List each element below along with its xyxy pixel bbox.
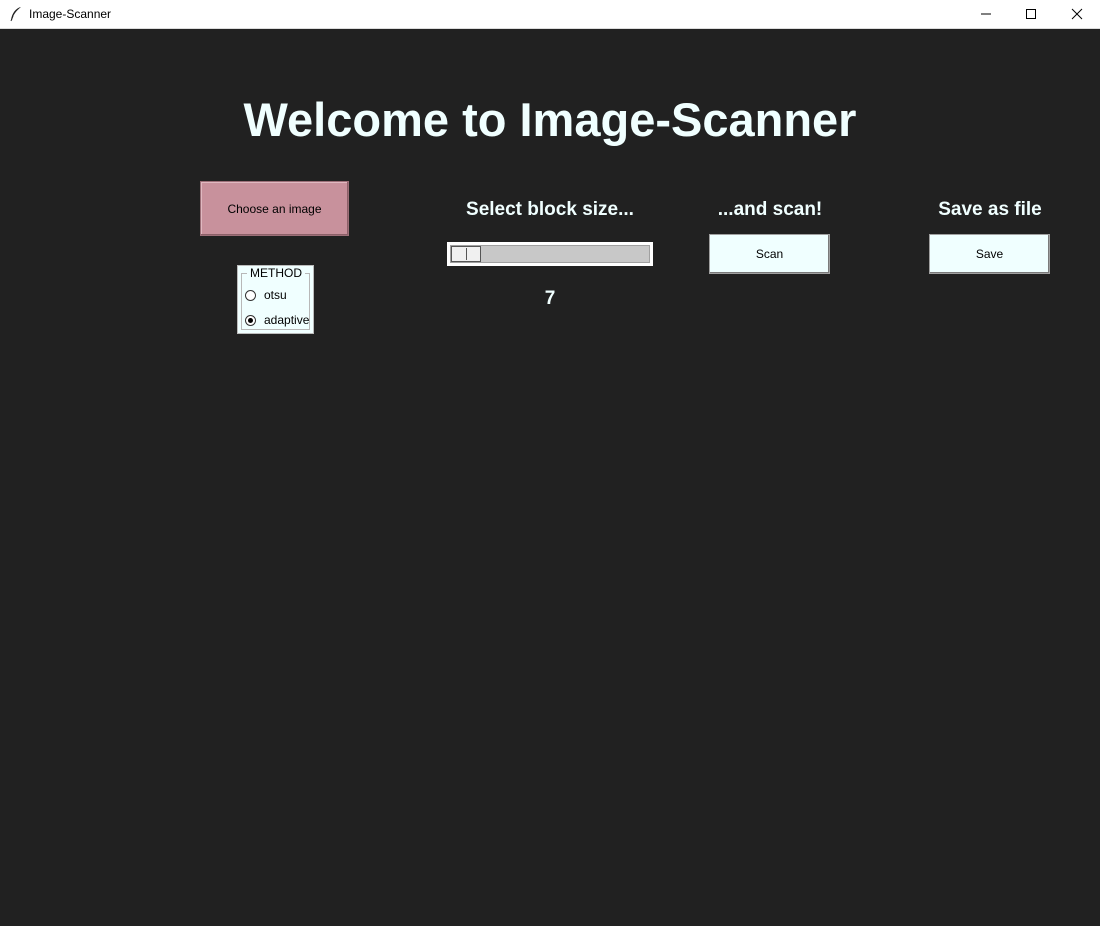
save-label: Save as file	[938, 199, 1042, 220]
block-size-label: Select block size...	[466, 199, 634, 220]
radio-otsu-label: otsu	[264, 288, 287, 302]
radio-adaptive-label: adaptive	[264, 313, 310, 327]
block-size-slider[interactable]	[447, 242, 653, 266]
method-group: METHOD otsu adaptive	[237, 265, 314, 334]
block-size-value: 7	[544, 288, 556, 309]
close-icon	[1071, 8, 1083, 20]
slider-trough[interactable]	[450, 245, 650, 263]
save-button[interactable]: Save	[929, 234, 1050, 274]
radio-adaptive[interactable]: adaptive	[245, 313, 309, 327]
scan-button[interactable]: Scan	[709, 234, 830, 274]
page-title: Welcome to Image-Scanner	[243, 93, 857, 146]
feather-icon	[10, 7, 21, 22]
close-button[interactable]	[1054, 0, 1100, 28]
method-legend: METHOD	[247, 266, 305, 280]
radio-adaptive-indicator[interactable]	[245, 314, 256, 326]
app-window: Image-Scanner Welcome to Image-Scanner C…	[0, 0, 1100, 926]
radio-otsu-indicator[interactable]	[245, 289, 256, 301]
window-title: Image-Scanner	[29, 7, 112, 21]
scan-label: ...and scan!	[717, 199, 823, 220]
minimize-button[interactable]	[963, 0, 1009, 28]
maximize-icon	[1026, 9, 1036, 19]
choose-image-button[interactable]: Choose an image	[200, 181, 349, 236]
minimize-icon	[981, 13, 991, 15]
radio-otsu[interactable]: otsu	[245, 288, 287, 302]
maximize-button[interactable]	[1008, 0, 1054, 28]
title-bar[interactable]: Image-Scanner	[0, 0, 1100, 29]
slider-thumb[interactable]	[451, 246, 481, 262]
